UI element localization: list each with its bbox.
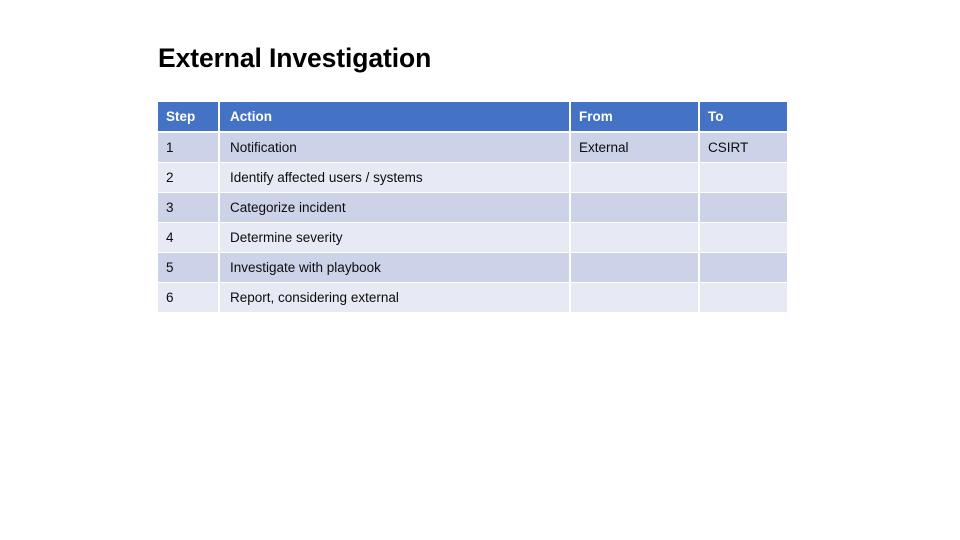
cell-to — [700, 193, 787, 223]
cell-step: 6 — [158, 283, 220, 312]
cell-step: 3 — [158, 193, 220, 223]
cell-action: Categorize incident — [220, 193, 571, 223]
slide-canvas: External Investigation Step Action From … — [0, 0, 960, 540]
cell-step: 1 — [158, 133, 220, 163]
cell-from — [571, 253, 700, 283]
cell-action: Determine severity — [220, 223, 571, 253]
column-header-from: From — [571, 102, 700, 133]
table-header: Step Action From To — [158, 102, 787, 133]
cell-action: Identify affected users / systems — [220, 163, 571, 193]
cell-to — [700, 163, 787, 193]
cell-step: 5 — [158, 253, 220, 283]
cell-step: 2 — [158, 163, 220, 193]
cell-from — [571, 163, 700, 193]
table-row: 3 Categorize incident — [158, 193, 787, 223]
table-header-row: Step Action From To — [158, 102, 787, 133]
cell-to: CSIRT — [700, 133, 787, 163]
cell-to — [700, 253, 787, 283]
page-title: External Investigation — [158, 43, 432, 73]
incident-flow-table: Step Action From To 1 Notification Exter… — [158, 102, 787, 312]
cell-action: Investigate with playbook — [220, 253, 571, 283]
cell-action: Notification — [220, 133, 571, 163]
column-header-step: Step — [158, 102, 220, 133]
table-row: 1 Notification External CSIRT — [158, 133, 787, 163]
incident-flow-table-container: Step Action From To 1 Notification Exter… — [158, 102, 787, 312]
table-body: 1 Notification External CSIRT 2 Identify… — [158, 133, 787, 312]
column-header-to: To — [700, 102, 787, 133]
cell-from — [571, 223, 700, 253]
cell-action: Report, considering external — [220, 283, 571, 312]
table-row: 2 Identify affected users / systems — [158, 163, 787, 193]
cell-from: External — [571, 133, 700, 163]
cell-step: 4 — [158, 223, 220, 253]
cell-from — [571, 283, 700, 312]
cell-to — [700, 223, 787, 253]
column-header-action: Action — [220, 102, 571, 133]
table-row: 5 Investigate with playbook — [158, 253, 787, 283]
table-row: 6 Report, considering external — [158, 283, 787, 312]
table-row: 4 Determine severity — [158, 223, 787, 253]
cell-from — [571, 193, 700, 223]
cell-to — [700, 283, 787, 312]
